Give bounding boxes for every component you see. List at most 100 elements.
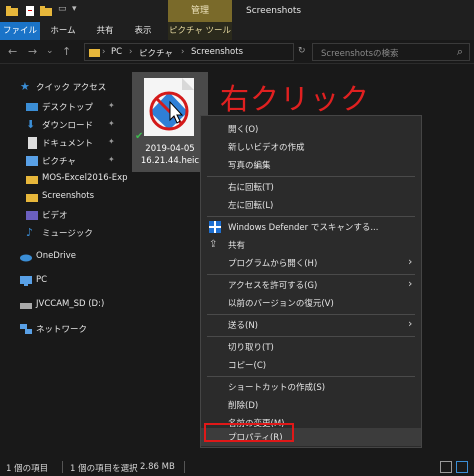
menu-item-edit-photo[interactable]: 写真の編集	[201, 156, 421, 174]
sidebar-item-mos-excel[interactable]: MOS-Excel2016-Exp	[0, 170, 130, 188]
status-separator	[62, 461, 63, 473]
breadcrumb-separator-icon: ›	[129, 47, 133, 57]
large-icons-view-icon[interactable]	[456, 461, 468, 473]
pin-icon: ✦	[108, 155, 115, 164]
folder-icon	[6, 5, 18, 17]
tab-file[interactable]: ファイル	[0, 22, 40, 40]
properties-highlight-box	[204, 423, 294, 442]
menu-item-copy[interactable]: コピー(C)	[201, 356, 421, 374]
menu-item-send-to[interactable]: 送る(N) ›	[201, 316, 421, 334]
drive-icon	[20, 299, 32, 311]
pin-icon: ✦	[108, 101, 115, 110]
tab-picture-tools[interactable]: ピクチャ ツール	[168, 22, 232, 40]
breadcrumb[interactable]: › PC › ピクチャ › Screenshots	[84, 43, 294, 61]
sidebar-item-label: ピクチャ	[42, 157, 76, 167]
sidebar-item-music[interactable]: ♪ ミュージック	[0, 224, 130, 242]
menu-item-label: 新しいビデオの作成	[228, 143, 305, 153]
up-arrow-icon[interactable]: ↑	[62, 45, 71, 58]
right-click-annotation: 右クリック	[220, 82, 371, 116]
search-placeholder: Screenshotsの検索	[321, 49, 399, 59]
new-folder-icon[interactable]	[40, 5, 52, 17]
details-view-icon[interactable]	[440, 461, 452, 473]
pc-icon	[20, 275, 32, 287]
breadcrumb-pc[interactable]: PC	[111, 47, 122, 57]
menu-item-open-with[interactable]: プログラムから開く(H) ›	[201, 254, 421, 272]
back-arrow-icon[interactable]: ←	[8, 45, 17, 58]
heic-file-thumbnail	[144, 78, 194, 136]
selected-count: 1 個の項目を選択	[70, 464, 138, 474]
status-bar: 1 個の項目 1 個の項目を選択 2.86 MB	[0, 458, 474, 476]
folder-icon	[26, 173, 38, 185]
menu-item-new-video[interactable]: 新しいビデオの作成	[201, 138, 421, 156]
menu-item-rotate-right[interactable]: 右に回転(T)	[201, 178, 421, 196]
manage-tab[interactable]: 管理	[168, 0, 232, 22]
menu-separator	[207, 176, 415, 177]
sidebar-item-label: Screenshots	[42, 191, 95, 201]
menu-item-label: ショートカットの作成(S)	[228, 383, 326, 393]
sidebar-item-onedrive[interactable]: OneDrive	[0, 248, 130, 266]
pin-icon: ✦	[108, 137, 115, 146]
defender-icon	[209, 221, 221, 233]
menu-item-label: 開く(O)	[228, 125, 259, 135]
menu-item-defender-scan[interactable]: Windows Defender でスキャンする...	[201, 218, 421, 236]
sidebar-item-videos[interactable]: ビデオ	[0, 206, 130, 224]
tab-view[interactable]: 表示	[128, 22, 158, 40]
breadcrumb-screenshots[interactable]: Screenshots	[191, 47, 243, 57]
menu-separator	[207, 216, 415, 217]
address-bar: ← → ⌄ ↑ › PC › ピクチャ › Screenshots ↻ Scre…	[0, 40, 474, 64]
menu-item-open[interactable]: 開く(O)	[201, 120, 421, 138]
menu-item-cut[interactable]: 切り取り(T)	[201, 338, 421, 356]
chevron-down-icon[interactable]: ▾	[72, 4, 84, 16]
star-icon: ★	[20, 80, 30, 93]
forward-arrow-icon[interactable]: →	[28, 45, 37, 58]
cloud-icon	[20, 251, 32, 263]
menu-item-label: 切り取り(T)	[228, 343, 274, 353]
menu-item-create-shortcut[interactable]: ショートカットの作成(S)	[201, 378, 421, 396]
tab-share[interactable]: 共有	[90, 22, 120, 40]
properties-icon[interactable]	[24, 5, 36, 17]
menu-item-label: Windows Defender でスキャンする...	[228, 223, 379, 233]
sidebar-item-screenshots[interactable]: Screenshots	[0, 188, 130, 206]
sidebar-item-label: ネットワーク	[36, 325, 88, 335]
sidebar-item-label: ドキュメント	[42, 139, 94, 149]
menu-item-rotate-left[interactable]: 左に回転(L)	[201, 196, 421, 214]
menu-item-label: 写真の編集	[228, 161, 271, 171]
menu-item-label: コピー(C)	[228, 361, 267, 371]
ribbon-tabs: ファイル ホーム 共有 表示 ピクチャ ツール	[0, 22, 474, 40]
pin-icon[interactable]: ▭	[58, 4, 70, 16]
menu-item-label: 左に回転(L)	[228, 201, 274, 211]
navigation-pane: ★ クイック アクセス デスクトップ ✦ ⬇ ダウンロード ✦ ドキュメント ✦…	[0, 66, 130, 458]
status-separator	[184, 461, 185, 473]
submenu-arrow-icon: ›	[408, 255, 413, 268]
file-tile[interactable]: ✔ 2019-04-05 16.21.44.heic	[132, 72, 208, 172]
menu-item-give-access[interactable]: アクセスを許可する(G) ›	[201, 276, 421, 294]
sidebar-item-documents[interactable]: ドキュメント ✦	[0, 134, 130, 152]
sidebar-item-desktop[interactable]: デスクトップ ✦	[0, 98, 130, 116]
sidebar-item-downloads[interactable]: ⬇ ダウンロード ✦	[0, 116, 130, 134]
chevron-down-icon[interactable]: ⌄	[46, 46, 54, 56]
sidebar-item-label: クイック アクセス	[36, 83, 107, 93]
sidebar-item-quick-access[interactable]: ★ クイック アクセス	[0, 78, 130, 96]
menu-item-restore-versions[interactable]: 以前のバージョンの復元(V)	[201, 294, 421, 312]
sidebar-item-label: デスクトップ	[42, 103, 94, 113]
music-icon: ♪	[26, 226, 34, 239]
menu-item-share[interactable]: ⇪ 共有	[201, 236, 421, 254]
refresh-icon[interactable]: ↻	[298, 46, 306, 56]
breadcrumb-pictures[interactable]: ピクチャ	[139, 47, 173, 59]
file-name-line2: 16.21.44.heic	[140, 156, 200, 166]
sidebar-item-pc[interactable]: PC	[0, 272, 130, 290]
video-icon	[26, 209, 38, 221]
menu-item-label: 削除(D)	[228, 401, 259, 411]
search-input[interactable]: Screenshotsの検索 ⌕	[312, 43, 470, 61]
document-icon	[26, 137, 38, 149]
menu-item-delete[interactable]: 削除(D)	[201, 396, 421, 414]
folder-icon	[26, 191, 38, 203]
menu-separator	[207, 376, 415, 377]
download-icon: ⬇	[26, 118, 36, 131]
menu-item-label: 送る(N)	[228, 321, 258, 331]
sidebar-item-sd-drive[interactable]: JVCCAM_SD (D:)	[0, 296, 130, 314]
menu-item-label: 右に回転(T)	[228, 183, 274, 193]
sidebar-item-network[interactable]: ネットワーク	[0, 320, 130, 338]
tab-home[interactable]: ホーム	[46, 22, 80, 40]
sidebar-item-pictures[interactable]: ピクチャ ✦	[0, 152, 130, 170]
